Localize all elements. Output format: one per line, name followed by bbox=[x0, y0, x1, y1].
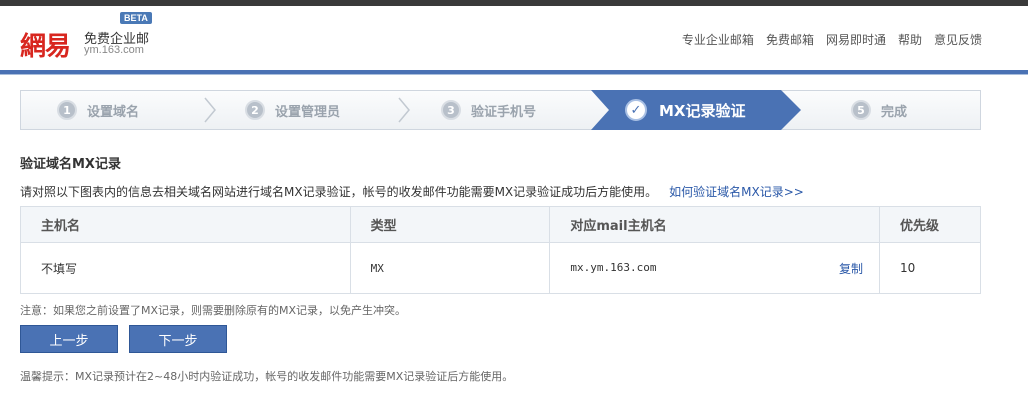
cell-mail-host: mx.ym.163.com 复制 bbox=[549, 242, 881, 294]
step-complete: 5 完成 bbox=[851, 91, 907, 129]
header: 網易 BETA 免费企业邮 ym.163.com 专业企业邮箱 免费邮箱 网易即… bbox=[0, 6, 1028, 72]
step-number: 5 bbox=[851, 100, 871, 120]
section-title: 验证域名MX记录 bbox=[20, 157, 121, 172]
column-header-type: 类型 bbox=[349, 206, 551, 243]
step-label: 验证手机号 bbox=[471, 104, 537, 120]
step-label: 完成 bbox=[881, 104, 908, 120]
column-header-mail-host: 对应mail主机名 bbox=[549, 206, 881, 243]
step-verify-phone: 3 验证手机号 bbox=[441, 91, 536, 129]
step-label: 设置域名 bbox=[87, 104, 140, 120]
check-icon: ✓ bbox=[625, 99, 647, 121]
mail-host-value: mx.ym.163.com bbox=[570, 260, 657, 274]
top-nav: 专业企业邮箱 免费邮箱 网易即时通 帮助 意见反馈 bbox=[682, 31, 982, 48]
section-description: 请对照以下图表内的信息去相关域名网站进行域名MX记录验证，帐号的收发邮件功能需要… bbox=[20, 183, 804, 200]
cell-priority: 10 bbox=[879, 242, 981, 294]
mx-record-table: 主机名 类型 对应mail主机名 优先级 不填写 MX mx.ym.163.co… bbox=[20, 206, 981, 294]
description-text: 请对照以下图表内的信息去相关域名网站进行域名MX记录验证，帐号的收发邮件功能需要… bbox=[20, 185, 658, 199]
step-set-admin: 2 设置管理员 bbox=[245, 91, 340, 129]
conflict-note: 注意：如果您之前设置了MX记录，则需要删除原有的MX记录，以免产生冲突。 bbox=[20, 304, 407, 317]
header-divider-light bbox=[0, 74, 1028, 75]
chevron-right-icon bbox=[204, 97, 216, 123]
product-domain: ym.163.com bbox=[84, 44, 144, 56]
copy-button[interactable]: 复制 bbox=[839, 260, 863, 277]
nav-link-feedback[interactable]: 意见反馈 bbox=[934, 31, 982, 48]
prev-step-button[interactable]: 上一步 bbox=[20, 325, 118, 353]
nav-link-help[interactable]: 帮助 bbox=[898, 31, 922, 48]
cell-host: 不填写 bbox=[20, 242, 351, 294]
table-row: 不填写 MX mx.ym.163.com 复制 10 bbox=[20, 242, 981, 294]
step-label: MX记录验证 bbox=[659, 101, 746, 120]
next-step-button[interactable]: 下一步 bbox=[129, 325, 227, 353]
step-number: 3 bbox=[441, 100, 461, 120]
progress-steps: 1 设置域名 2 设置管理员 3 验证手机号 ✓ MX记录验证 5 完成 bbox=[20, 90, 981, 130]
help-link-mx[interactable]: 如何验证域名MX记录>> bbox=[669, 185, 804, 199]
warm-tip: 温馨提示：MX记录预计在2~48小时内验证成功，帐号的收发邮件功能需要MX记录验… bbox=[20, 370, 514, 383]
cell-type: MX bbox=[349, 242, 551, 294]
step-label: 设置管理员 bbox=[275, 104, 341, 120]
column-header-priority: 优先级 bbox=[879, 206, 981, 243]
column-header-host: 主机名 bbox=[20, 206, 351, 243]
nav-link-popo[interactable]: 网易即时通 bbox=[826, 31, 886, 48]
step-number: 1 bbox=[57, 100, 77, 120]
chevron-right-icon bbox=[398, 97, 410, 123]
netease-logo[interactable]: 網易 bbox=[20, 26, 71, 63]
step-set-domain: 1 设置域名 bbox=[57, 91, 139, 129]
beta-badge: BETA bbox=[120, 12, 152, 24]
nav-link-free-mail[interactable]: 免费邮箱 bbox=[766, 31, 814, 48]
table-header-row: 主机名 类型 对应mail主机名 优先级 bbox=[20, 206, 981, 243]
nav-link-enterprise-mail[interactable]: 专业企业邮箱 bbox=[682, 31, 754, 48]
step-mx-verify-active: ✓ MX记录验证 bbox=[591, 90, 801, 130]
step-number: 2 bbox=[245, 100, 265, 120]
